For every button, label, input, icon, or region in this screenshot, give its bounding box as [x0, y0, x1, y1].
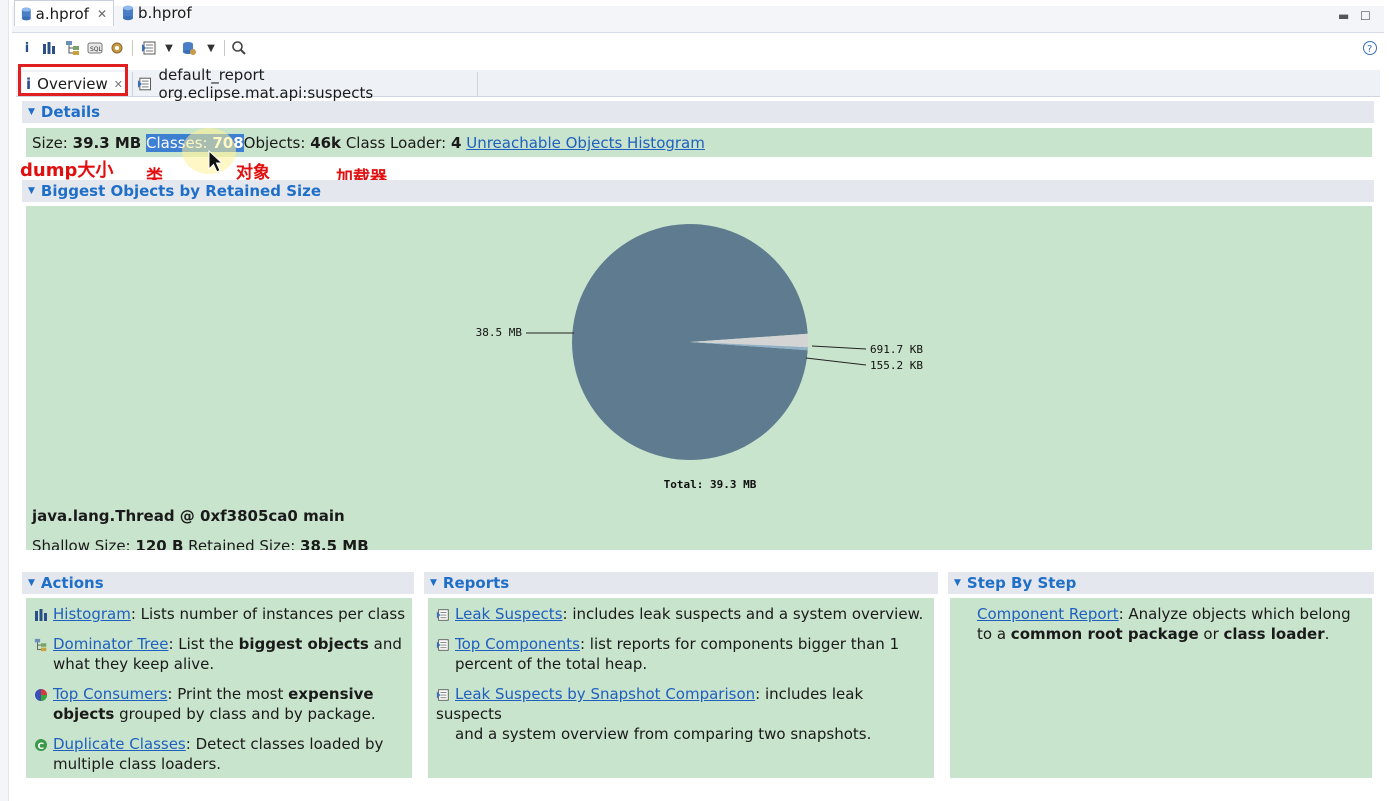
size-value: 39.3 MB: [72, 134, 142, 152]
chevron-down-icon[interactable]: ▼: [160, 38, 178, 58]
collapse-icon[interactable]: ▼: [430, 578, 437, 588]
action-histogram: Histogram: Lists number of instances per…: [34, 604, 406, 624]
mouse-cursor-icon: [208, 150, 224, 173]
biggest-objects-header[interactable]: ▼ Biggest Objects by Retained Size: [22, 180, 1374, 202]
objects-value: 46k: [310, 134, 342, 152]
heap-dump-icon[interactable]: [180, 38, 198, 58]
editor-tab-a-hprof[interactable]: a.hprof ✕: [14, 0, 114, 26]
shallow-size-value: 120 B: [135, 537, 184, 550]
details-line: Size: 39.3 MB Classes: 708Objects: 46k C…: [32, 133, 705, 153]
minimize-icon[interactable]: ▬: [1338, 9, 1349, 23]
shallow-size-label: Shallow Size:: [32, 537, 131, 550]
class-loader-label: Class Loader:: [345, 134, 447, 152]
pie-label-2: 155.2 KB: [870, 359, 923, 372]
chevron-down-icon[interactable]: ▼: [202, 38, 220, 58]
biggest-objects-panel: 38.5 MB 691.7 KB 155.2 KB Total: 39.3 MB ja…: [26, 206, 1372, 550]
report-icon: [436, 688, 449, 701]
search-icon[interactable]: [230, 38, 248, 58]
action-top-consumers: Top Consumers: Print the most expensive …: [34, 684, 406, 724]
editor-tab-label: b.hprof: [138, 4, 192, 22]
svg-text:C: C: [38, 742, 45, 752]
maximize-icon[interactable]: ☐: [1360, 9, 1371, 23]
dominator-tree-link[interactable]: Dominator Tree: [53, 635, 168, 653]
step-component-report: Component Report: Analyze objects which …: [977, 605, 1351, 643]
report-leak-suspects: Leak Suspects: includes leak suspects an…: [436, 604, 930, 624]
help-icon[interactable]: ?: [1361, 38, 1379, 58]
retained-size-value: 38.5 MB: [300, 537, 369, 550]
tab-default-report[interactable]: default_report org.eclipse.mat.api:suspe…: [132, 66, 478, 102]
snapshot-comparison-link[interactable]: Leak Suspects by Snapshot Comparison: [455, 685, 755, 703]
tab-label: default_report org.eclipse.mat.api:suspe…: [158, 66, 374, 102]
collapse-icon[interactable]: ▼: [28, 186, 35, 196]
leak-suspects-link[interactable]: Leak Suspects: [455, 605, 563, 623]
pie-leader-line-1: [811, 345, 867, 350]
action-dominator-tree: Dominator Tree: List the biggest objects…: [34, 634, 406, 674]
dominator-tree-icon: [34, 638, 47, 651]
histogram-link[interactable]: Histogram: [53, 605, 131, 623]
dominator-tree-icon[interactable]: [64, 38, 82, 58]
svg-text:?: ?: [1367, 44, 1372, 55]
left-edge-strip: [0, 0, 9, 801]
retained-size-label: Retained Size:: [188, 537, 296, 550]
database-icon: [123, 5, 133, 21]
histogram-icon[interactable]: [40, 38, 58, 58]
pie-total-label: Total: 39.3 MB: [664, 478, 757, 491]
class-loader-value: 4: [451, 134, 462, 152]
gear-icon[interactable]: [108, 38, 126, 58]
reports-header[interactable]: ▼ Reports: [424, 572, 938, 594]
info-icon[interactable]: i: [18, 38, 36, 58]
pie-chart: 38.5 MB 691.7 KB 155.2 KB Total: 39.3 MB: [476, 224, 923, 491]
top-components-link[interactable]: Top Components: [455, 635, 580, 653]
top-consumers-link[interactable]: Top Consumers: [53, 685, 167, 703]
details-header[interactable]: ▼ Details: [22, 101, 1374, 123]
toolbar-separator: [224, 40, 225, 56]
actions-header[interactable]: ▼ Actions: [22, 572, 414, 594]
editor-tab-bar: [12, 6, 1384, 33]
database-icon: [21, 7, 31, 20]
annotation-dump-size: dump大小: [20, 160, 114, 181]
toolbar-separator: [132, 40, 133, 56]
pie-label-1: 691.7 KB: [870, 343, 923, 356]
objects-label: Objects:: [243, 134, 306, 152]
duplicate-classes-link[interactable]: Duplicate Classes: [53, 735, 186, 753]
component-report-link[interactable]: Component Report: [977, 605, 1119, 623]
report-snapshot-comparison: Leak Suspects by Snapshot Comparison: in…: [436, 685, 872, 743]
step-by-step-header[interactable]: ▼ Step By Step: [948, 572, 1374, 594]
object-title: java.lang.Thread @ 0xf3805ca0 main: [32, 507, 345, 525]
annotation-highlight-box: [18, 64, 128, 96]
report-icon: [137, 77, 152, 91]
collapse-icon[interactable]: ▼: [28, 578, 35, 588]
collapse-icon[interactable]: ▼: [954, 578, 961, 588]
run-report-icon[interactable]: [140, 38, 158, 58]
unreachable-objects-link[interactable]: Unreachable Objects Histogram: [466, 134, 705, 152]
duplicate-classes-icon: C: [35, 738, 47, 752]
size-label: Size:: [32, 134, 68, 152]
histogram-icon: [35, 608, 47, 621]
report-icon: [436, 638, 449, 651]
editor-tab-label: a.hprof: [35, 4, 89, 23]
editor-tab-b-hprof[interactable]: b.hprof: [116, 0, 206, 26]
object-sizes: Shallow Size: 120 B Retained Size: 38.5 …: [32, 536, 369, 550]
top-consumers-icon: [35, 688, 47, 701]
report-icon: [436, 608, 449, 621]
close-icon[interactable]: ✕: [97, 7, 107, 21]
svg-text:SQL: SQL: [90, 46, 103, 53]
oql-icon[interactable]: SQL: [86, 38, 104, 58]
report-top-components: Top Components: list reports for compone…: [436, 634, 930, 674]
action-duplicate-classes: C Duplicate Classes: Detect classes loade…: [34, 734, 406, 774]
pie-label-0: 38.5 MB: [476, 326, 523, 339]
collapse-icon[interactable]: ▼: [28, 107, 35, 117]
pie-leader-line-2: [805, 357, 867, 366]
